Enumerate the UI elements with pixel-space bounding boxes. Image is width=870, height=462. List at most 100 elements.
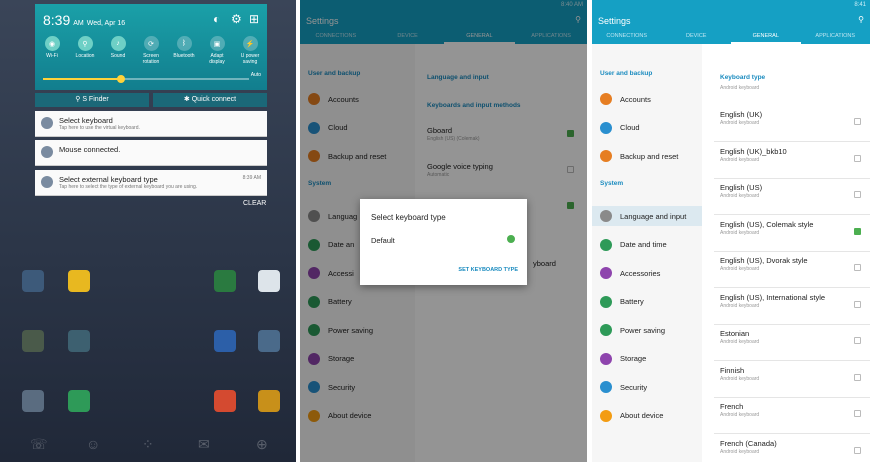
qs-label: Screen rotation xyxy=(142,53,160,65)
app-icon[interactable] xyxy=(214,390,236,412)
qs-sound[interactable]: ♪ Sound xyxy=(105,36,131,65)
page-title: Settings xyxy=(598,16,631,26)
notification-title: Select keyboard xyxy=(59,116,113,125)
security-icon xyxy=(600,381,612,393)
notification-time: 8:39 AM xyxy=(242,175,261,181)
backup-icon xyxy=(600,150,612,162)
sidebar-item-battery[interactable]: Battery xyxy=(592,292,702,312)
keyboard-type-item[interactable]: English (UK) Android keyboard xyxy=(720,110,762,126)
tab-general[interactable]: GENERAL xyxy=(731,33,801,44)
wifi-icon: ◉ xyxy=(44,36,60,51)
tab-applications[interactable]: APPLICATIONS xyxy=(801,33,870,44)
list-item-title: French (Canada) xyxy=(720,438,777,448)
sound-icon: ♪ xyxy=(110,36,126,51)
sidebar-item-cloud[interactable]: Cloud xyxy=(592,118,702,138)
keyboard-type-item[interactable]: Finnish Android keyboard xyxy=(720,366,759,382)
tab-device[interactable]: DEVICE xyxy=(662,33,732,44)
keyboard-type-checkbox[interactable] xyxy=(854,410,861,417)
keyboard-type-checkbox[interactable] xyxy=(854,373,861,381)
sidebar-item-storage[interactable]: Storage xyxy=(592,349,702,369)
app-icon[interactable] xyxy=(258,390,280,412)
list-item-sub: Android keyboard xyxy=(720,193,760,199)
keyboard-type-checkbox[interactable] xyxy=(854,264,861,271)
s-finder-button[interactable]: ⚲ S Finder xyxy=(35,93,149,107)
sidebar-item-accessories[interactable]: Accessories xyxy=(592,263,702,283)
keyboard-type-checkbox[interactable] xyxy=(854,154,861,162)
clear-button[interactable]: CLEAR xyxy=(243,200,266,207)
qs-label: Adapt display xyxy=(209,53,225,65)
keyboard-type-item[interactable]: English (US), Colemak style Android keybo… xyxy=(720,220,813,236)
sidebar-item-label: Security xyxy=(620,382,648,392)
keyboard-icon xyxy=(41,117,53,129)
divider xyxy=(714,433,870,434)
app-icon[interactable] xyxy=(214,330,236,352)
messages-icon[interactable]: ✉ xyxy=(198,436,210,453)
app-icon[interactable] xyxy=(258,330,280,352)
app-icon[interactable] xyxy=(68,270,90,292)
set-keyboard-type-button[interactable]: SET KEYBOARD TYPE xyxy=(458,267,518,273)
list-item-sub: Android keyboard xyxy=(720,448,760,455)
grid-icon[interactable]: ⊞ xyxy=(249,12,259,26)
tab-connections[interactable]: CONNECTIONS xyxy=(592,33,662,44)
internet-icon[interactable]: ⊕ xyxy=(256,436,268,453)
gear-icon[interactable]: ⚙ xyxy=(231,12,242,26)
search-icon[interactable]: ⚲ xyxy=(858,15,864,24)
keyboard-type-item[interactable]: Estonian Android keyboard xyxy=(720,329,759,345)
list-item-title: English (US), Dvorak style xyxy=(720,256,808,265)
sidebar-item-label: Accessories xyxy=(620,268,661,278)
keyboard-type-checkbox[interactable] xyxy=(854,446,861,454)
default-radio[interactable] xyxy=(508,236,514,242)
sidebar-item-about-device[interactable]: About device xyxy=(592,406,702,426)
app-icon[interactable] xyxy=(22,390,44,412)
qs-rotation[interactable]: ⟳ Screen rotation xyxy=(138,36,164,65)
app-icon[interactable] xyxy=(258,270,280,292)
list-item-sub: Android keyboard xyxy=(720,375,760,382)
notification-card[interactable]: Select keyboard Tap here to use the virtu… xyxy=(35,111,267,137)
app-icon[interactable] xyxy=(68,330,90,352)
sidebar-item-label: Date and time xyxy=(620,240,667,249)
default-option[interactable]: Default xyxy=(371,236,395,245)
keyboard-type-item[interactable]: French Android keyboard xyxy=(720,402,759,418)
divider xyxy=(714,141,870,142)
app-icon[interactable] xyxy=(22,330,44,352)
brightness-icon[interactable]: ◐ xyxy=(213,12,220,26)
keyboard-type-checkbox[interactable] xyxy=(854,300,861,308)
keyboard-type-checkbox[interactable] xyxy=(854,191,861,198)
list-item-title: English (US), International style xyxy=(720,292,826,302)
apps-icon[interactable]: ⁘ xyxy=(142,436,154,453)
notification-title: Select external keyboard type xyxy=(59,175,158,184)
app-icon[interactable] xyxy=(22,270,44,292)
notification-card[interactable]: Mouse connected. xyxy=(35,140,267,166)
sidebar-item-language-and-input[interactable]: Language and input xyxy=(592,206,702,226)
auto-toggle[interactable]: Auto xyxy=(251,72,261,78)
phone-icon[interactable]: ☏ xyxy=(30,436,48,453)
sidebar-item-backup-and-reset[interactable]: Backup and reset xyxy=(592,146,702,166)
keyboard-type-checkbox[interactable] xyxy=(854,337,861,344)
notification-subtitle: Tap here to use the virtual keyboard. xyxy=(59,125,140,131)
notification-card[interactable]: Select external keyboard type Tap here to… xyxy=(35,170,267,196)
qs-location[interactable]: ⚲ Location xyxy=(72,36,98,65)
qs-wifi[interactable]: ◉ Wi-Fi xyxy=(39,36,65,65)
keyboard-type-item[interactable]: English (US), Dvorak style Android keyboa… xyxy=(720,256,808,272)
keyboard-type-item[interactable]: English (US), International style Android… xyxy=(720,293,825,309)
qs-power[interactable]: ⚡ U power saving xyxy=(237,36,263,65)
divider xyxy=(714,396,870,398)
app-icon[interactable] xyxy=(214,270,236,292)
sidebar-item-security[interactable]: Security xyxy=(592,377,702,397)
app-icon[interactable] xyxy=(68,390,90,412)
sidebar-item-accounts[interactable]: Accounts xyxy=(592,89,702,109)
keyboard-type-item[interactable]: English (UK)_bkb10 Android keyboard xyxy=(720,147,787,163)
sidebar-item-date-and-time[interactable]: Date and time xyxy=(592,235,702,255)
qs-bluetooth[interactable]: ᛒ Bluetooth xyxy=(171,36,197,65)
brightness-slider[interactable] xyxy=(43,75,249,83)
keyboard-type-item[interactable]: French (Canada) Android keyboard xyxy=(720,439,777,455)
keyboard-type-checkbox[interactable] xyxy=(854,118,861,125)
qs-display[interactable]: ▣ Adapt display xyxy=(204,36,230,65)
contacts-icon[interactable]: ☺ xyxy=(86,436,100,452)
list-item-title: English (US), Colemak style xyxy=(720,219,814,229)
keyboard-type-item[interactable]: English (US) Android keyboard xyxy=(720,183,762,199)
keyboard-type-checkbox[interactable] xyxy=(854,227,861,235)
cloud-icon xyxy=(600,121,612,134)
sidebar-item-power-saving[interactable]: Power saving xyxy=(592,320,702,340)
quick-connect-button[interactable]: ✱ Quick connect xyxy=(153,93,267,107)
